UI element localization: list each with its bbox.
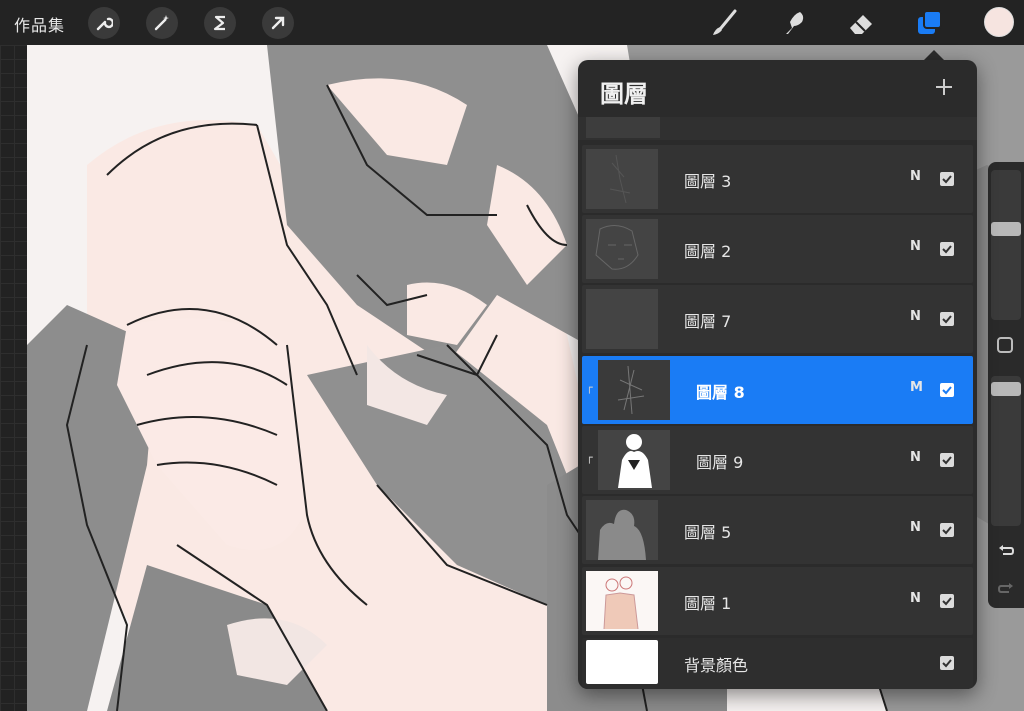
visibility-checkbox[interactable] [940,172,954,186]
layer-name: 圖層 8 [696,383,745,402]
panel-title: 圖層 [600,80,648,108]
smudge-icon[interactable] [776,6,810,40]
plus-icon[interactable] [929,72,959,102]
visibility-checkbox[interactable] [940,453,954,467]
wrench-icon[interactable] [88,7,120,39]
opacity-slider[interactable] [991,376,1021,526]
layer-name: 圖層 9 [696,453,744,472]
layer-row-partial[interactable] [578,117,977,140]
layer-thumbnail [586,219,658,279]
brush-sliders-bar [988,162,1024,608]
layers-icon[interactable] [913,6,947,40]
layer-name: 圖層 5 [684,523,732,542]
color-swatch-button[interactable] [984,7,1014,37]
layer-row-2[interactable]: 圖層 2 N [582,215,973,283]
layer-thumbnail [586,500,658,560]
layer-thumbnail [586,149,658,209]
layer-row-7[interactable]: 圖層 7 N [582,285,973,353]
blend-mode-button[interactable]: N [910,169,921,184]
layer-row-3[interactable]: 圖層 3 N [582,145,973,213]
blend-mode-button[interactable]: N [910,591,921,606]
visibility-checkbox[interactable] [940,594,954,608]
blend-mode-button[interactable]: N [910,450,921,465]
eraser-icon[interactable] [844,6,878,40]
clipping-mask-icon: ┌ [586,381,593,394]
transform-arrow-icon[interactable] [262,7,294,39]
brush-size-slider[interactable] [991,170,1021,320]
layer-thumbnail [598,360,670,420]
panel-pointer [924,50,944,60]
layers-panel: 圖層 圖層 3 N 圖層 2 N 圖層 7 N ┌ 圖層 8 M ┌ 圖層 9 … [578,60,977,689]
gallery-button[interactable]: 作品集 [14,12,65,36]
blend-mode-button[interactable]: N [910,520,921,535]
blend-mode-button[interactable]: M [910,380,923,395]
background-thumbnail [586,640,658,684]
layer-row-5[interactable]: 圖層 5 N [582,496,973,564]
background-color-row[interactable]: 背景顏色 [582,638,973,689]
square-icon[interactable] [997,337,1013,353]
layer-name: 背景顏色 [684,656,749,675]
layer-thumbnail [586,117,660,138]
layer-row-1[interactable]: 圖層 1 N [582,567,973,635]
brush-size-thumb[interactable] [991,222,1021,236]
visibility-checkbox[interactable] [940,523,954,537]
redo-icon[interactable] [997,580,1015,602]
visibility-checkbox[interactable] [940,312,954,326]
top-toolbar: 作品集 [0,0,1024,45]
layer-name: 圖層 1 [684,594,732,613]
layer-row-9[interactable]: ┌ 圖層 9 N [582,426,973,494]
canvas-margin [0,45,27,711]
blend-mode-button[interactable]: N [910,239,921,254]
layer-name: 圖層 2 [684,242,732,261]
layer-name: 圖層 7 [684,312,732,331]
layer-thumbnail [598,430,670,490]
layer-row-8[interactable]: ┌ 圖層 8 M [582,356,973,424]
visibility-checkbox[interactable] [940,242,954,256]
clipping-mask-icon: ┌ [586,451,593,464]
visibility-checkbox[interactable] [940,656,954,670]
undo-icon[interactable] [997,542,1015,564]
magic-wand-icon[interactable] [146,7,178,39]
visibility-checkbox[interactable] [940,383,954,397]
layer-name: 圖層 3 [684,172,732,191]
layer-thumbnail [586,289,658,349]
blend-mode-button[interactable]: N [910,309,921,324]
selection-s-icon[interactable] [204,7,236,39]
layer-thumbnail [586,571,658,631]
brush-icon[interactable] [707,6,741,40]
opacity-thumb[interactable] [991,382,1021,396]
